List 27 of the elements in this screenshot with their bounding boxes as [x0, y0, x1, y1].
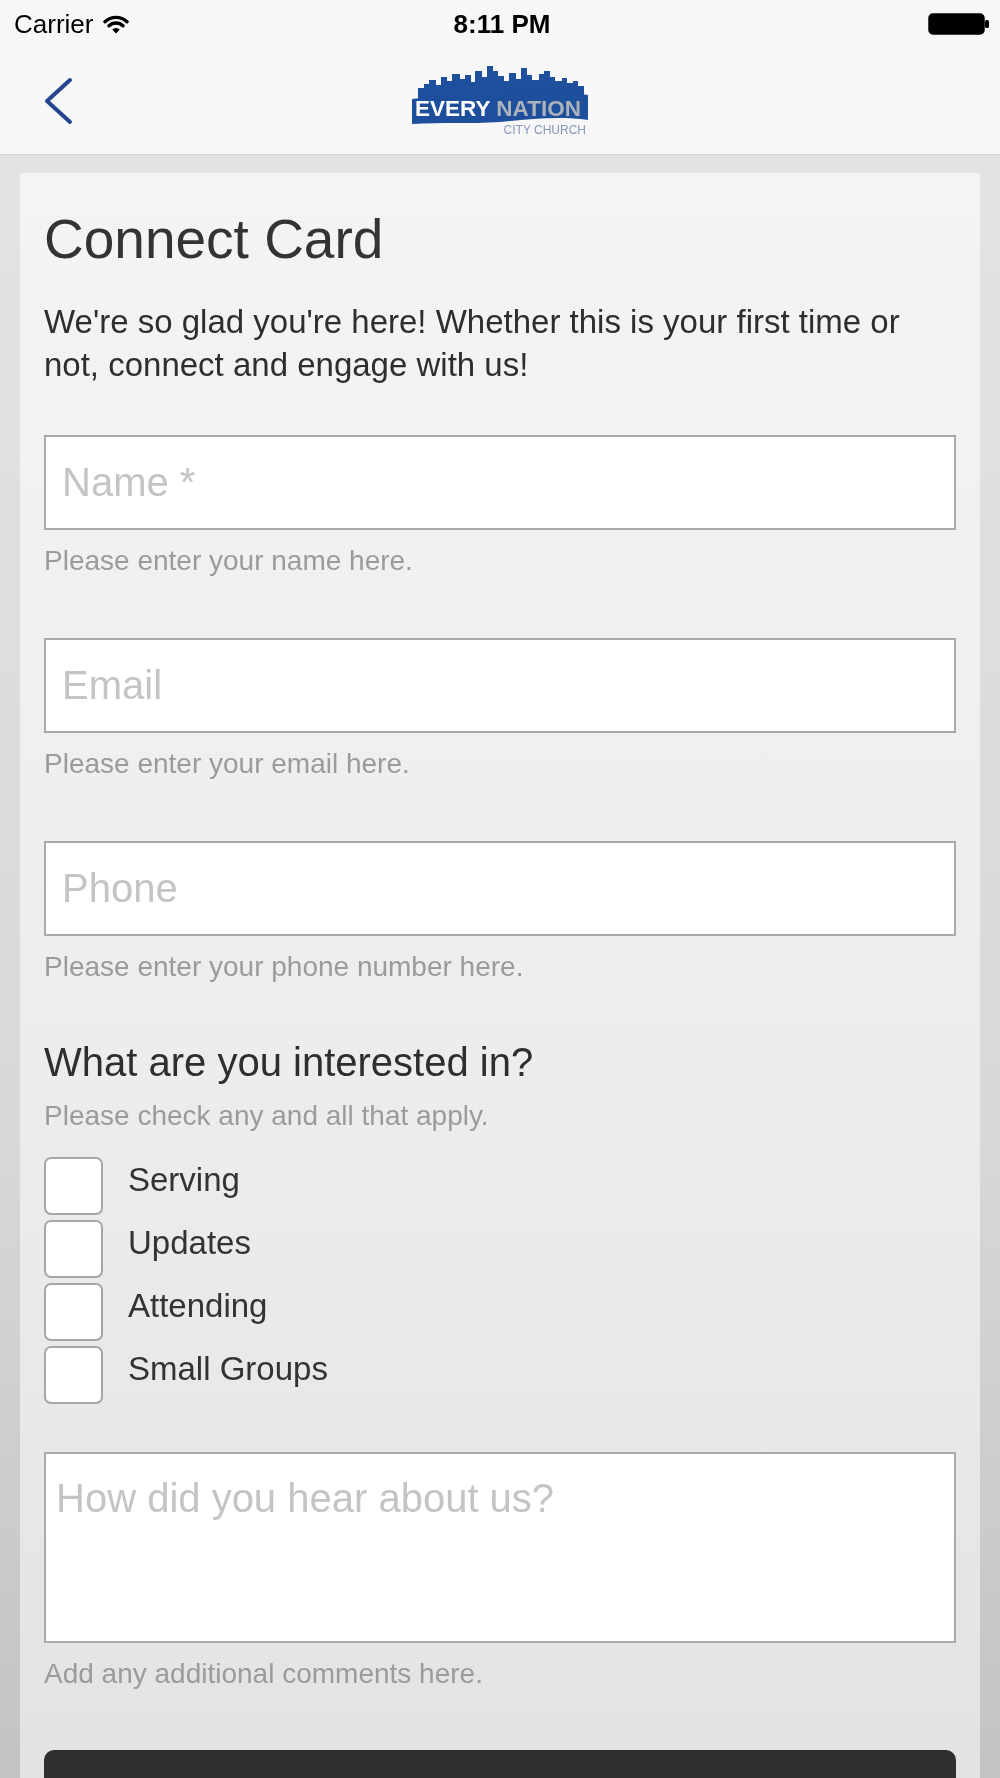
- carrier-name: Carrier: [14, 9, 94, 39]
- back-icon[interactable]: [42, 77, 74, 125]
- status-time: 8:11 PM: [453, 9, 551, 39]
- logo-tagline: CITY CHURCH: [503, 123, 586, 137]
- checkbox[interactable]: [44, 1283, 103, 1341]
- help-text: Please enter your email here.: [44, 748, 411, 780]
- input-field[interactable]: Email: [44, 638, 956, 733]
- input-field[interactable]: Name *: [44, 435, 956, 530]
- option-label: Serving: [128, 1160, 240, 1200]
- form-title: Connect Card: [44, 207, 385, 271]
- checkbox[interactable]: [44, 1346, 103, 1404]
- checkbox[interactable]: [44, 1157, 103, 1215]
- intro-text: We're so glad you're here! Whether this is your first time or not, connect and engage with us!: [44, 302, 901, 385]
- help-text: Please check any and all that apply.: [44, 1100, 490, 1132]
- comment-field[interactable]: How did you hear about us?: [44, 1452, 956, 1643]
- wifi-icon: [103, 14, 130, 34]
- checkbox[interactable]: [44, 1220, 103, 1278]
- option-label: Updates: [128, 1223, 251, 1263]
- logo-wordmark: EVERY NATION: [415, 96, 581, 121]
- option-label: Attending: [128, 1286, 268, 1326]
- help-text: Add any additional comments here.: [44, 1658, 484, 1690]
- section-heading: What are you interested in?: [44, 1039, 535, 1085]
- input-field[interactable]: Phone: [44, 841, 956, 936]
- help-text: Please enter your phone number here.: [44, 951, 525, 983]
- option-label: Small Groups: [128, 1349, 328, 1389]
- battery-icon: [928, 13, 990, 35]
- help-text: Please enter your name here.: [44, 545, 414, 577]
